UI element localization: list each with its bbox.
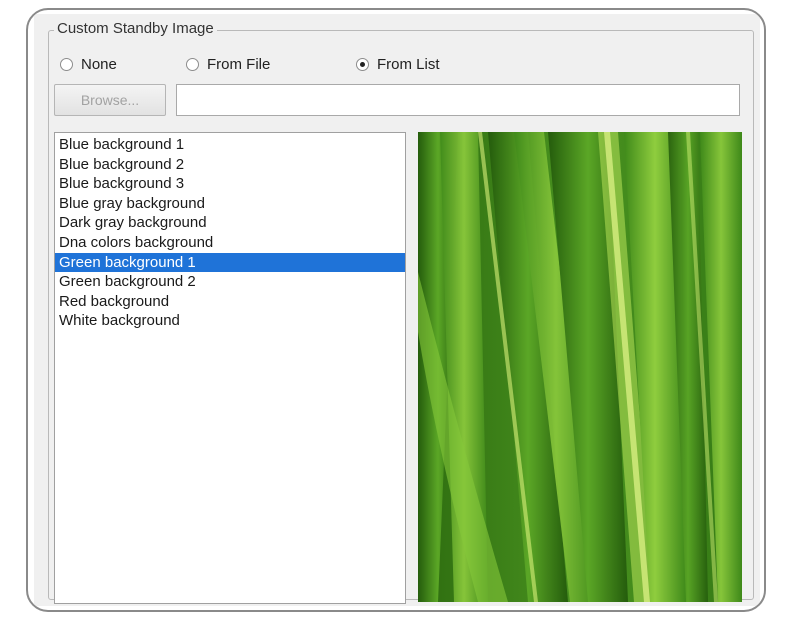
- browse-button[interactable]: Browse...: [54, 84, 166, 116]
- dialog-frame: Custom Standby Image None From File From…: [26, 8, 766, 612]
- list-item[interactable]: Green background 1: [55, 252, 405, 273]
- radio-none-indicator[interactable]: [60, 57, 73, 71]
- radio-from-list-label: From List: [377, 55, 440, 73]
- radio-none[interactable]: None: [60, 54, 117, 74]
- dialog-panel: Custom Standby Image None From File From…: [34, 14, 760, 606]
- list-item[interactable]: White background: [55, 311, 405, 331]
- radio-none-label: None: [81, 55, 117, 73]
- radio-from-file-indicator[interactable]: [186, 57, 199, 71]
- background-listbox[interactable]: Blue background 1 Blue background 2 Blue b…: [54, 132, 406, 604]
- preview-image: [418, 132, 742, 602]
- radio-from-list[interactable]: From List: [356, 54, 440, 74]
- radio-from-file[interactable]: From File: [186, 54, 270, 74]
- green-grass-leaves-image: [418, 132, 742, 602]
- list-item[interactable]: Blue background 1: [55, 135, 405, 155]
- group-title: Custom Standby Image: [54, 20, 217, 38]
- radio-from-file-label: From File: [207, 55, 271, 73]
- list-item[interactable]: Dark gray background: [55, 213, 405, 233]
- list-item[interactable]: Blue background 3: [55, 174, 405, 194]
- file-path-input[interactable]: [176, 84, 740, 116]
- list-item[interactable]: Dna colors background: [55, 233, 405, 253]
- list-item[interactable]: Red background: [55, 292, 405, 312]
- list-item[interactable]: Blue background 2: [55, 155, 405, 175]
- list-item[interactable]: Blue gray background: [55, 194, 405, 214]
- list-item[interactable]: Green background 2: [55, 272, 405, 292]
- radio-from-list-indicator[interactable]: [356, 57, 369, 71]
